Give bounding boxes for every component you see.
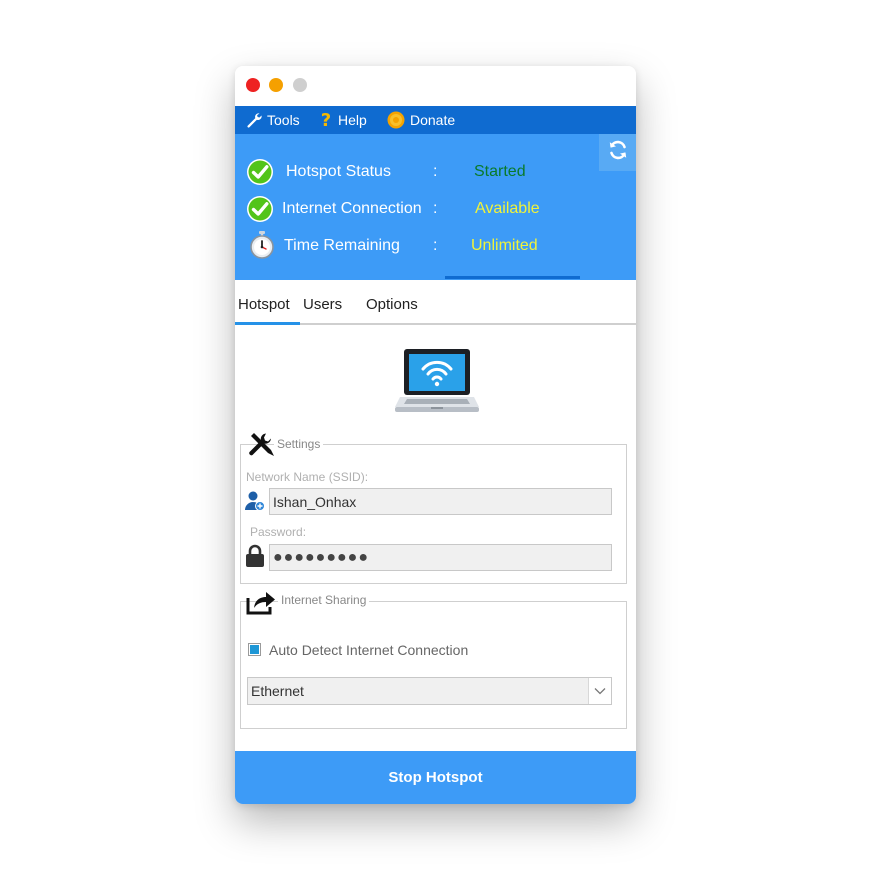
tab-options[interactable]: Options (366, 296, 418, 313)
user-icon (244, 490, 266, 517)
stop-hotspot-button[interactable]: Stop Hotspot (235, 751, 636, 804)
status-colon: : (433, 237, 438, 254)
menu-bar: Tools ? Help Donate (235, 106, 636, 134)
menu-donate-label: Donate (410, 112, 456, 128)
question-mark-icon: ? (319, 111, 333, 129)
password-value: ●●●●●●●●● (273, 548, 369, 566)
status-row-time: Time Remaining : Unlimited (235, 229, 636, 263)
tools-icon (247, 431, 275, 464)
status-colon: : (433, 200, 438, 217)
status-scroll-indicator (445, 276, 580, 279)
ssid-value: Ishan_Onhax (273, 493, 357, 510)
status-row-hotspot: Hotspot Status : Started (235, 155, 636, 189)
auto-detect-checkbox[interactable] (248, 643, 261, 656)
checkbox-checked-fill (250, 645, 259, 654)
connection-select[interactable]: Ethernet (247, 677, 612, 705)
status-label: Time Remaining (284, 237, 400, 254)
lock-icon (245, 544, 265, 573)
settings-group-title: Settings (274, 437, 324, 451)
status-colon: : (433, 163, 438, 180)
status-row-internet: Internet Connection : Available (235, 192, 636, 226)
internet-sharing-group (240, 601, 627, 729)
password-input[interactable]: ●●●●●●●●● (269, 544, 612, 571)
tab-hotspot[interactable]: Hotspot (238, 296, 290, 313)
minimize-window-button[interactable] (269, 78, 283, 92)
coin-icon (387, 111, 405, 129)
tab-bar: Hotspot Users Options (235, 280, 636, 325)
laptop-wifi-icon (395, 347, 479, 422)
hotspot-window: Tools ? Help Donate Hotspot Status: Sta… (235, 66, 636, 804)
status-label: Internet Connection (282, 200, 422, 217)
share-icon (246, 589, 276, 620)
ssid-label: Network Name (SSID): (246, 470, 369, 484)
svg-text:?: ? (321, 111, 331, 129)
status-label: Hotspot Status (286, 163, 391, 180)
internet-sharing-group-title: Internet Sharing (278, 593, 370, 607)
status-value: Started (474, 163, 526, 180)
title-bar (235, 66, 636, 106)
menu-tools-label: Tools (267, 112, 300, 128)
status-value: Available (475, 200, 540, 217)
password-label: Password: (250, 525, 307, 539)
stopwatch-icon (249, 230, 275, 265)
menu-help-label: Help (338, 112, 367, 128)
ssid-input[interactable]: Ishan_Onhax (269, 488, 612, 515)
wrench-icon (246, 112, 262, 128)
stop-hotspot-label: Stop Hotspot (388, 769, 483, 786)
status-panel: Hotspot Status : Started Internet Connec… (235, 134, 636, 280)
tab-users[interactable]: Users (303, 296, 342, 313)
close-window-button[interactable] (246, 78, 260, 92)
menu-donate[interactable]: Donate (387, 106, 455, 134)
maximize-window-button[interactable] (293, 78, 307, 92)
check-icon (246, 195, 274, 228)
menu-tools[interactable]: Tools (246, 106, 300, 134)
hotspot-tab-content: Settings Network Name (SSID): Ishan_Onha… (235, 325, 636, 751)
chevron-down-icon[interactable] (588, 678, 611, 704)
auto-detect-label[interactable]: Auto Detect Internet Connection (269, 642, 468, 658)
connection-select-value: Ethernet (251, 683, 304, 699)
status-value: Unlimited (471, 237, 538, 254)
check-icon (246, 158, 274, 191)
menu-help[interactable]: ? Help (319, 106, 367, 134)
